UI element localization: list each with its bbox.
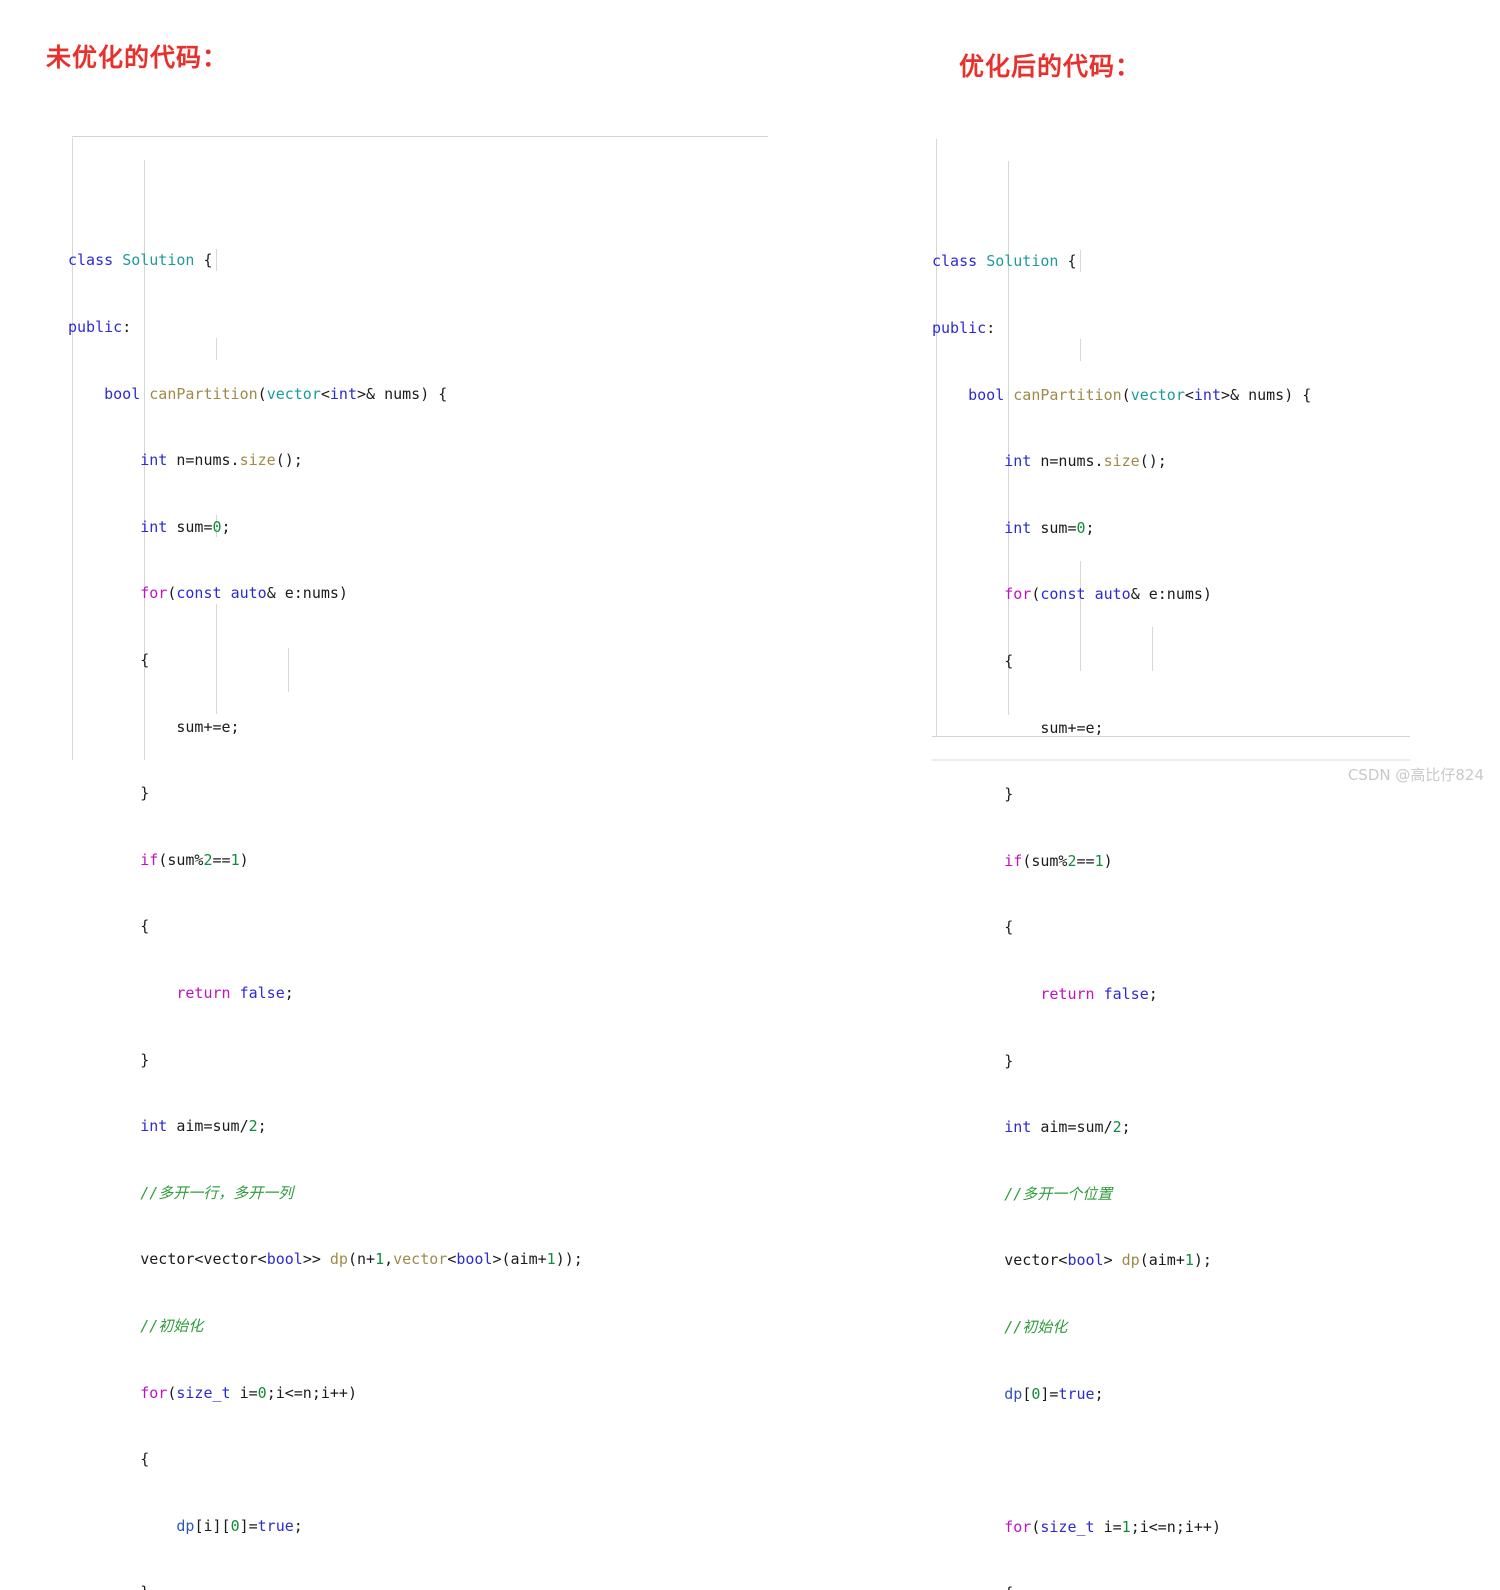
code-line: int aim=sum/2; xyxy=(140,1117,267,1136)
code-line: { xyxy=(68,1450,150,1469)
code-line: int aim=sum/2; xyxy=(1004,1118,1131,1137)
code-line: if(sum%2==1) xyxy=(1004,851,1113,870)
code-line: } xyxy=(932,1051,1014,1070)
code-line: bool canPartition(vector<int>& nums) { xyxy=(968,385,1312,404)
code-line: dp[0]=true; xyxy=(1004,1384,1104,1403)
code-line: } xyxy=(68,1581,768,1590)
code-line: for(size_t i=0;i<=n;i++) xyxy=(140,1383,357,1402)
page-title-unoptimized: 未优化的代码： xyxy=(46,43,229,72)
code-line: int n=nums.size(); xyxy=(140,451,303,470)
code-line: { xyxy=(68,917,150,936)
code-scrollbar-track-right[interactable] xyxy=(932,759,1410,761)
code-line: } xyxy=(68,784,150,803)
code-line: int n=nums.size(); xyxy=(1004,452,1167,471)
page-title-optimized: 优化后的代码： xyxy=(959,52,1142,81)
code-line: int sum=0; xyxy=(1004,518,1095,537)
code-line: public: xyxy=(68,318,132,337)
code-line: for(const auto& e:nums) xyxy=(140,584,348,603)
code-line: vector<bool> dp(aim+1); xyxy=(932,1251,1212,1270)
code-line: { xyxy=(68,650,150,669)
code-line: //初始化 xyxy=(140,1316,204,1335)
code-line: //多开一个位置 xyxy=(1004,1184,1113,1203)
code-line: { xyxy=(932,1582,1412,1590)
code-block-optimized[interactable]: class Solution { public: bool canPartiti… xyxy=(932,95,1412,1590)
code-line: if(sum%2==1) xyxy=(140,850,249,869)
code-line: //初始化 xyxy=(1004,1317,1068,1336)
code-line: class Solution { xyxy=(68,251,213,270)
code-line: for(const auto& e:nums) xyxy=(1004,585,1212,604)
code-separator-top-left xyxy=(72,136,768,137)
code-line: class Solution { xyxy=(932,252,1077,271)
csdn-watermark: CSDN @高比仔824 xyxy=(1347,766,1484,784)
code-line: for(size_t i=1;i<=n;i++) xyxy=(1004,1517,1221,1536)
code-block-unoptimized[interactable]: class Solution { public: bool canPartiti… xyxy=(68,94,768,1590)
code-line: dp[i][0]=true; xyxy=(176,1516,303,1535)
code-line: return false; xyxy=(1040,984,1158,1003)
code-line: vector<vector<bool>> dp(n+1,vector<bool>… xyxy=(68,1250,583,1269)
code-line: int sum=0; xyxy=(140,517,231,536)
code-line: sum+=e; xyxy=(932,718,1104,737)
code-line: public: xyxy=(932,319,996,338)
code-line: } xyxy=(68,1050,150,1069)
code-line: sum+=e; xyxy=(68,717,240,736)
code-line: bool canPartition(vector<int>& nums) { xyxy=(104,384,448,403)
code-line: { xyxy=(932,651,1014,670)
code-line: return false; xyxy=(176,983,294,1002)
code-line: //多开一行，多开一列 xyxy=(140,1183,294,1202)
code-line: } xyxy=(932,785,1014,804)
code-line: { xyxy=(932,918,1014,937)
